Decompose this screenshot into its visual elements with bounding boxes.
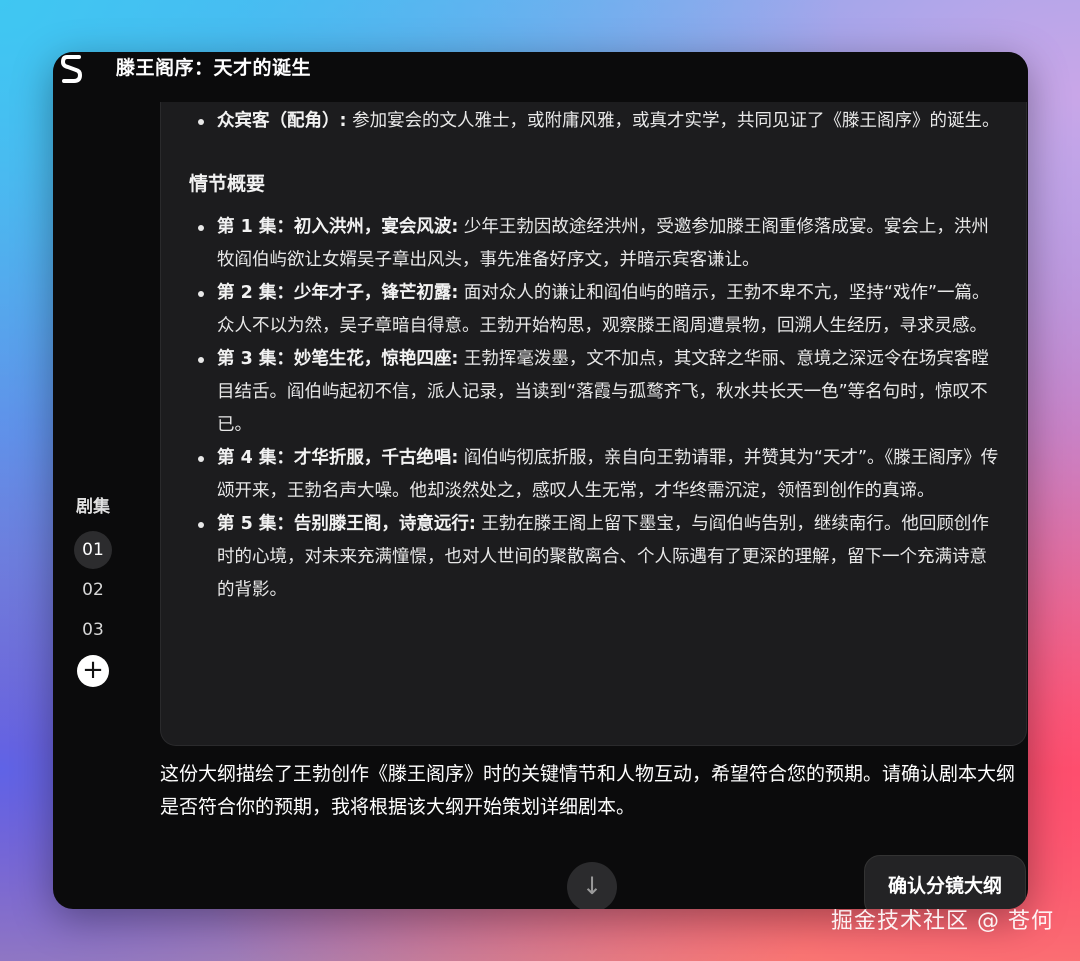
plot-heading: 情节概要 bbox=[189, 173, 266, 195]
character-description: 参加宴会的文人雅士，或附庸风雅，或真才实学，共同见证了《滕王阁序》的诞生。 bbox=[346, 111, 1000, 131]
plus-icon: + bbox=[82, 655, 104, 685]
arrow-down-icon: ↓ bbox=[581, 872, 603, 900]
list-item: 第 3 集：妙笔生花，惊艳四座: 王勃挥毫泼墨，文不加点，其文辞之华丽、意境之深… bbox=[198, 343, 1004, 442]
sidebar-title: 剧集 bbox=[76, 497, 110, 517]
sidebar-item-episode-02[interactable]: 02 bbox=[74, 571, 112, 609]
sidebar-item-episode-03[interactable]: 03 bbox=[74, 611, 112, 649]
episode-list: 第 1 集：初入洪州，宴会风波: 少年王勃因故途经洪州，受邀参加滕王阁重修落成宴… bbox=[189, 211, 1004, 607]
episode-label: 第 3 集：妙笔生花，惊艳四座: bbox=[217, 349, 459, 369]
confirm-storyboard-button[interactable]: 确认分镜大纲 bbox=[864, 855, 1026, 909]
assistant-message: 这份大纲描绘了王勃创作《滕王阁序》时的关键情节和人物互动，希望符合您的预期。请确… bbox=[160, 763, 1016, 818]
outline-card: 众宾客（配角）: 参加宴会的文人雅士，或附庸风雅，或真才实学，共同见证了《滕王阁… bbox=[160, 87, 1027, 746]
list-item: 第 2 集：少年才子，锋芒初露: 面对众人的谦让和阎伯屿的暗示，王勃不卑不亢，坚… bbox=[198, 277, 1004, 343]
character-list: 众宾客（配角）: 参加宴会的文人雅士，或附庸风雅，或真才实学，共同见证了《滕王阁… bbox=[189, 105, 1004, 138]
title-bar: 滕王阁序：天才的诞生 bbox=[53, 52, 1028, 102]
outline-content: 众宾客（配角）: 参加宴会的文人雅士，或附庸风雅，或真才实学，共同见证了《滕王阁… bbox=[189, 105, 1004, 607]
episode-label: 第 4 集：才华折服，千古绝唱: bbox=[217, 448, 459, 468]
sidebar-item-episode-01[interactable]: 01 bbox=[74, 531, 112, 569]
episode-label: 第 1 集：初入洪州，宴会风波: bbox=[217, 217, 459, 237]
episode-label: 第 5 集：告别滕王阁，诗意远行: bbox=[217, 514, 476, 534]
episode-sidebar: 剧集 01 02 03 + bbox=[53, 492, 133, 687]
add-episode-button[interactable]: + bbox=[77, 655, 109, 687]
list-item: 众宾客（配角）: 参加宴会的文人雅士，或附庸风雅，或真才实学，共同见证了《滕王阁… bbox=[198, 105, 1004, 138]
list-item: 第 5 集：告别滕王阁，诗意远行: 王勃在滕王阁上留下墨宝，与阎伯屿告别，继续南… bbox=[198, 508, 1004, 607]
watermark: 掘金技术社区 @ 苍何 bbox=[831, 909, 1054, 934]
app-window: 滕王阁序：天才的诞生 众宾客（配角）: 参加宴会的文人雅士，或附庸风雅，或真才实… bbox=[53, 52, 1028, 909]
window-title: 滕王阁序：天才的诞生 bbox=[116, 57, 312, 79]
list-item: 第 4 集：才华折服，千古绝唱: 阎伯屿彻底折服，亲自向王勃请罪，并赞其为“天才… bbox=[198, 442, 1004, 508]
episode-label: 第 2 集：少年才子，锋芒初露: bbox=[217, 283, 459, 303]
app-logo-icon bbox=[61, 55, 83, 83]
list-item: 第 1 集：初入洪州，宴会风波: 少年王勃因故途经洪州，受邀参加滕王阁重修落成宴… bbox=[198, 211, 1004, 277]
scroll-down-button[interactable]: ↓ bbox=[567, 862, 617, 909]
character-label: 众宾客（配角）: bbox=[217, 111, 347, 131]
